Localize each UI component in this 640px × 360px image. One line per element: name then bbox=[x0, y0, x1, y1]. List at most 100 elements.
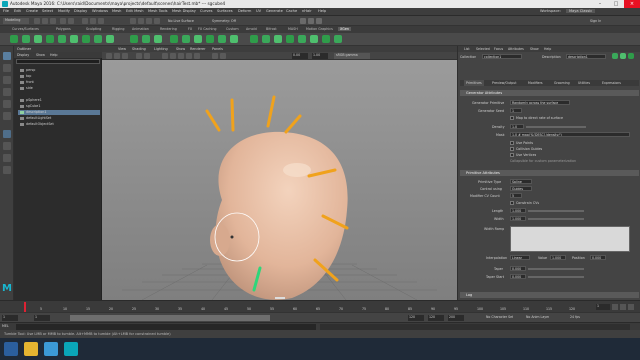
section-generator[interactable]: Generator Attributes bbox=[460, 90, 639, 96]
menu-deform[interactable]: Deform bbox=[238, 9, 251, 13]
noise-icon[interactable] bbox=[194, 35, 202, 43]
outliner-item[interactable]: defaultLightSet bbox=[18, 116, 100, 121]
density-icon[interactable] bbox=[170, 35, 178, 43]
outliner-item[interactable]: sgCube1 bbox=[18, 104, 100, 109]
viewport-menu-shading[interactable]: Shading bbox=[132, 47, 146, 51]
exposure-field[interactable]: 0.00 bbox=[292, 53, 308, 59]
export-icon[interactable] bbox=[130, 35, 138, 43]
cut-icon[interactable] bbox=[218, 35, 226, 43]
lights-icon[interactable] bbox=[186, 53, 192, 59]
menu-modify[interactable]: Modify bbox=[58, 9, 70, 13]
taper-start-slider[interactable] bbox=[528, 276, 584, 278]
brush-icon[interactable] bbox=[250, 35, 258, 43]
viewport-menu-panels[interactable]: Panels bbox=[212, 47, 223, 51]
symmetry-dropdown[interactable]: Symmetry: Off bbox=[212, 19, 236, 23]
scale-tool-icon[interactable] bbox=[3, 112, 11, 120]
position-field[interactable]: 0.000 bbox=[590, 255, 606, 260]
current-frame-marker[interactable] bbox=[24, 302, 26, 312]
sim-icon[interactable] bbox=[322, 35, 330, 43]
interpolation-dropdown[interactable]: Linear bbox=[510, 255, 530, 260]
file-explorer-icon[interactable] bbox=[24, 342, 38, 356]
outliner-item[interactable]: side bbox=[18, 86, 100, 91]
menu-select[interactable]: Select bbox=[42, 9, 53, 13]
guide-length-icon[interactable] bbox=[94, 35, 102, 43]
menu-curves[interactable]: Curves bbox=[200, 9, 212, 13]
width-field[interactable]: 1.000 bbox=[510, 216, 526, 221]
film-gate-icon[interactable] bbox=[144, 53, 150, 59]
section-log[interactable]: Log bbox=[460, 292, 639, 298]
menu-uv[interactable]: UV bbox=[256, 9, 261, 13]
browser-icon[interactable] bbox=[44, 342, 58, 356]
select-component-icon[interactable] bbox=[98, 18, 104, 24]
render-icon[interactable] bbox=[300, 18, 306, 24]
shelf-tab-xgen[interactable]: XGen bbox=[338, 27, 351, 31]
shelf-tab-curves[interactable]: Curves/Surfaces bbox=[12, 27, 39, 31]
menu-create[interactable]: Create bbox=[26, 9, 38, 13]
menu-edit[interactable]: Edit bbox=[14, 9, 21, 13]
ae-menu-help[interactable]: Help bbox=[542, 46, 553, 52]
outliner-menu-help[interactable]: Help bbox=[50, 53, 58, 57]
width-ramp-graph[interactable] bbox=[510, 226, 630, 252]
menu-cache[interactable]: Cache bbox=[286, 9, 297, 13]
shelf-tab-custom[interactable]: Custom bbox=[226, 27, 239, 31]
collection-dropdown[interactable]: collection1 bbox=[482, 54, 522, 59]
outliner-item[interactable]: top bbox=[18, 74, 100, 79]
menu-generate[interactable]: Generate bbox=[266, 9, 283, 13]
render-settings-icon[interactable] bbox=[316, 18, 322, 24]
outliner-menu-display[interactable]: Display bbox=[17, 53, 29, 57]
preview-icon[interactable] bbox=[142, 35, 150, 43]
wireframe-icon[interactable] bbox=[162, 53, 168, 59]
create-description-icon[interactable] bbox=[22, 35, 30, 43]
ae-menu-focus[interactable]: Focus bbox=[492, 46, 505, 52]
mask-expression-field[interactable]: 1.0 # map('${DESC}/density/') bbox=[510, 132, 630, 137]
use-points-checkbox[interactable] bbox=[510, 141, 514, 145]
clump-icon[interactable] bbox=[206, 35, 214, 43]
ipr-render-icon[interactable] bbox=[308, 18, 314, 24]
mode-dropdown[interactable]: Modeling bbox=[3, 18, 29, 24]
outliner-search-input[interactable] bbox=[16, 59, 100, 64]
outliner-item[interactable]: persp bbox=[18, 68, 100, 73]
range-start-field[interactable]: 1 bbox=[2, 315, 18, 321]
tab-grooming[interactable]: Grooming bbox=[552, 80, 572, 86]
tab-primitives[interactable]: Primitives bbox=[464, 80, 484, 86]
shelf-tab-motion-graphics[interactable]: Motion Graphics bbox=[306, 27, 333, 31]
menu-surfaces[interactable]: Surfaces bbox=[217, 9, 233, 13]
play-forward-icon[interactable] bbox=[620, 304, 626, 310]
grid-icon[interactable] bbox=[136, 53, 142, 59]
shadows-icon[interactable] bbox=[194, 53, 200, 59]
bookmark-icon[interactable] bbox=[114, 53, 120, 59]
viewport-3d[interactable] bbox=[102, 60, 457, 300]
single-layout-icon[interactable] bbox=[3, 130, 11, 138]
shelf-tab-polygons[interactable]: Polygons bbox=[56, 27, 71, 31]
shelf-tab-rendering[interactable]: Rendering bbox=[160, 27, 177, 31]
outliner-item[interactable]: defaultObjectSet bbox=[18, 122, 100, 127]
constrain-checkbox[interactable] bbox=[510, 201, 514, 205]
anim-end-field[interactable]: 120 bbox=[428, 315, 444, 321]
move-tool-icon[interactable] bbox=[3, 88, 11, 96]
length-slider[interactable] bbox=[528, 210, 584, 212]
anim-end-total[interactable]: 200 bbox=[448, 315, 464, 321]
start-icon[interactable] bbox=[4, 342, 18, 356]
length-field[interactable]: 1.000 bbox=[510, 208, 526, 213]
side-layout-icon[interactable] bbox=[3, 154, 11, 162]
sculpt-guide-icon[interactable] bbox=[70, 35, 78, 43]
cut-guide-icon[interactable] bbox=[82, 35, 90, 43]
redo-icon[interactable] bbox=[68, 18, 74, 24]
camera-attr-icon[interactable] bbox=[106, 53, 112, 59]
shelf-tab-bifrost[interactable]: Bifrost bbox=[266, 27, 277, 31]
outliner-menu-show[interactable]: Show bbox=[36, 53, 45, 57]
rotate-tool-icon[interactable] bbox=[3, 100, 11, 108]
menu-file[interactable]: File bbox=[3, 9, 9, 13]
snap-point-icon[interactable] bbox=[146, 18, 152, 24]
generator-primitive-dropdown[interactable]: Randomly across the surface bbox=[510, 100, 570, 105]
range-bar[interactable] bbox=[70, 315, 270, 321]
tab-expressions[interactable]: Expressions bbox=[600, 80, 623, 86]
undo-icon[interactable] bbox=[60, 18, 66, 24]
tab-modifiers[interactable]: Modifiers bbox=[526, 80, 545, 86]
viewport-menu-view[interactable]: View bbox=[118, 47, 126, 51]
open-scene-icon[interactable] bbox=[42, 18, 48, 24]
xray-icon[interactable] bbox=[212, 53, 218, 59]
outliner-item[interactable]: front bbox=[18, 80, 100, 85]
viewport-menu-show[interactable]: Show bbox=[176, 47, 185, 51]
menu-nhair[interactable]: nHair bbox=[302, 9, 312, 13]
